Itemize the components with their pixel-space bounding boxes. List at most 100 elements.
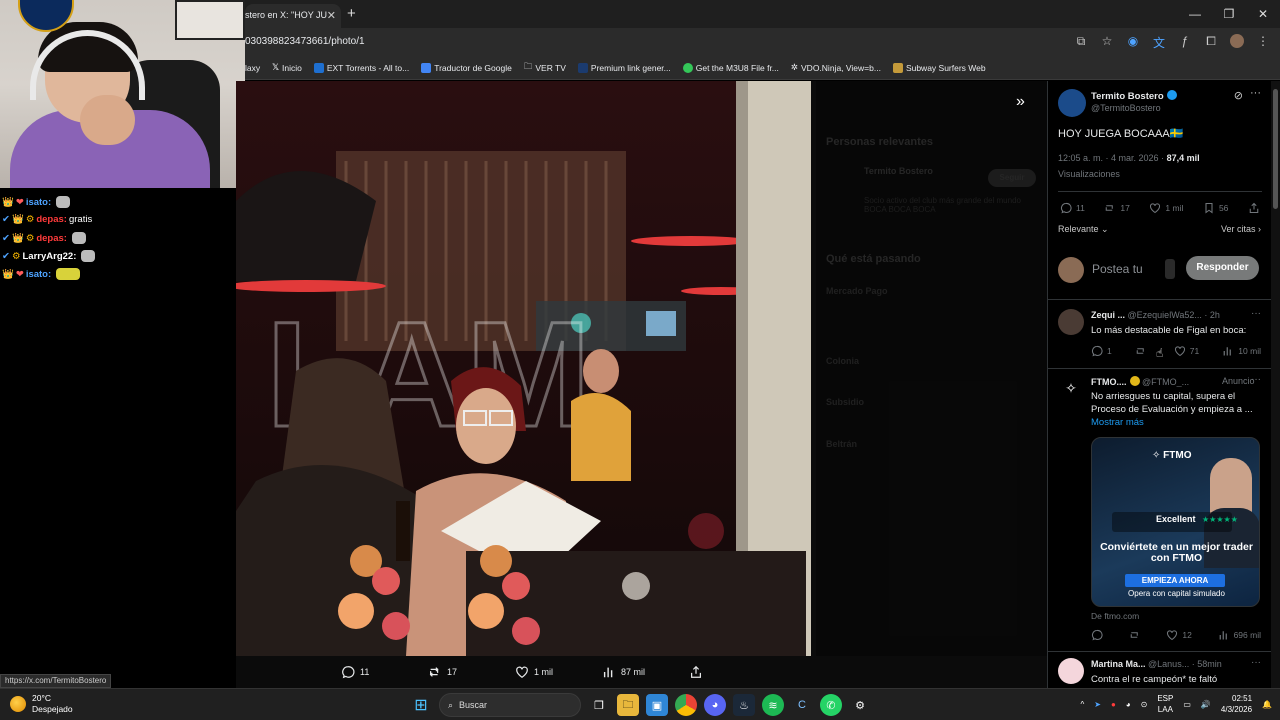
notifications-icon[interactable]: 🔔 — [1262, 700, 1272, 709]
chrome-icon[interactable] — [675, 694, 697, 716]
weather-widget[interactable]: 20°C Despejado — [10, 693, 73, 715]
views-stat[interactable]: 696 mil — [1218, 629, 1261, 641]
bookmark[interactable]: Traductor de Google — [421, 62, 512, 73]
clock[interactable]: 02:51 4/3/2026 — [1221, 693, 1252, 715]
file-explorer-icon[interactable]: 🗀 — [617, 694, 639, 716]
reply-handle[interactable]: @Lanus... — [1148, 659, 1189, 669]
sort-dropdown[interactable]: Relevante ⌄ — [1058, 224, 1109, 235]
more-icon[interactable]: ··· — [1251, 308, 1261, 319]
like-stat[interactable]: 12 — [1166, 629, 1192, 641]
discord-icon[interactable]: ◕ — [704, 694, 726, 716]
retweet-stat[interactable]: 17 — [1104, 202, 1130, 214]
share-stat[interactable] — [1248, 202, 1260, 214]
translate-icon[interactable]: 文 — [1152, 34, 1166, 51]
volume-icon[interactable]: 🔊 — [1201, 700, 1211, 709]
reply-action[interactable]: 11 — [341, 665, 428, 679]
views-action[interactable]: 87 mil — [602, 665, 689, 679]
ad-name[interactable]: FTMO.... — [1091, 377, 1127, 387]
like-stat[interactable]: 71 — [1174, 345, 1199, 357]
author-handle[interactable]: @TermitoBostero — [1091, 103, 1161, 113]
ad-handle[interactable]: @FTMO_... — [1142, 377, 1189, 387]
retweet-icon — [1136, 348, 1144, 354]
tray-app-icon[interactable]: ➤ — [1094, 700, 1101, 709]
minimize-icon[interactable]: — — [1178, 0, 1212, 28]
whatsapp-icon[interactable]: ✆ — [820, 694, 842, 716]
chevron-up-icon[interactable]: ^ — [1080, 700, 1084, 709]
more-icon[interactable]: ··· — [1251, 657, 1261, 668]
star-icon[interactable]: ☆ — [1100, 34, 1114, 51]
close-window-icon[interactable]: ✕ — [1246, 0, 1280, 28]
steam-icon[interactable]: ♨ — [733, 694, 755, 716]
view-quotes-link[interactable]: Ver citas › — [1221, 224, 1261, 234]
ad-card[interactable]: ✧ FTMO Excellent ★★★★★ Conviértete en un… — [1091, 437, 1260, 607]
reply-avatar[interactable] — [1058, 658, 1084, 684]
more-icon[interactable]: ··· — [1250, 87, 1261, 99]
tray-extra-icon[interactable]: ⊙ — [1141, 700, 1148, 709]
windows-start-icon[interactable]: ⊞ — [410, 694, 432, 716]
reply-name[interactable]: Zequi ... — [1091, 310, 1125, 320]
like-action[interactable]: 1 mil — [515, 665, 602, 679]
photos-icon[interactable]: ▣ — [646, 694, 668, 716]
bookmark[interactable]: 𝕏 Inicio — [272, 62, 302, 73]
menu-icon[interactable]: ⋮ — [1256, 34, 1270, 51]
settings-icon[interactable]: ⚙ — [849, 694, 871, 716]
ftmo-logo-icon[interactable]: ✧ — [1060, 377, 1082, 399]
scroll-handle[interactable] — [1165, 259, 1175, 279]
tab-active[interactable]: stero en X: "HOY JU ✕ — [245, 4, 341, 28]
restore-icon[interactable]: ❐ — [1212, 0, 1246, 28]
like-stat[interactable]: 1 mil — [1149, 202, 1183, 214]
language-indicator[interactable]: ESP LAA — [1157, 693, 1173, 715]
reply-input[interactable]: Postea tu — [1092, 262, 1143, 276]
retweet-action[interactable]: 17 — [428, 665, 515, 679]
views-stat[interactable]: 10 mil — [1222, 345, 1261, 357]
bookmark[interactable]: Subway Surfers Web — [892, 62, 986, 73]
bookmark-stat[interactable]: 56 — [1203, 202, 1228, 214]
reply-button[interactable]: Responder — [1186, 256, 1259, 280]
url-field[interactable]: 030398823473661/photo/1 — [245, 36, 365, 47]
author-avatar[interactable] — [1058, 89, 1086, 117]
reply-stat[interactable] — [1091, 629, 1103, 641]
bookmark[interactable]: Premium link gener... — [577, 62, 671, 73]
reply-handle[interactable]: @EzequielWa52... — [1128, 310, 1202, 320]
taskbar-apps: ⊞ ⌕ Buscar ❐ 🗀 ▣ ◕ ♨ ≋ C ✆ ⚙ — [410, 693, 871, 717]
scrollbar-thumb[interactable] — [1273, 89, 1278, 209]
reply-stat[interactable]: 1 — [1091, 345, 1112, 357]
show-more-link[interactable]: Mostrar más — [1091, 417, 1144, 428]
scrollbar[interactable] — [1271, 81, 1280, 688]
reply-avatar[interactable] — [1058, 309, 1084, 335]
script-icon[interactable]: ƒ — [1178, 34, 1192, 51]
author-name[interactable]: Termito Bostero — [1091, 90, 1177, 102]
bookmark[interactable]: 🗀 VER TV — [524, 61, 566, 75]
extensions-icon[interactable]: ⧠ — [1204, 34, 1218, 51]
more-icon[interactable]: ··· — [1251, 374, 1261, 385]
grok-icon[interactable]: ⊘ — [1234, 89, 1243, 102]
bookmark[interactable]: Get the M3U8 File fr... — [682, 62, 779, 73]
extension-blue-icon[interactable]: ◉ — [1126, 34, 1140, 51]
bookmark[interactable]: laxy — [245, 63, 260, 73]
taskbar-search[interactable]: ⌕ Buscar — [439, 693, 581, 717]
new-tab-button[interactable]: + — [347, 5, 356, 22]
record-icon[interactable]: ● — [1111, 700, 1116, 709]
card-cta-button[interactable]: EMPIEZA AHORA — [1125, 574, 1225, 587]
reply-header: Martina Ma... @Lanus... · 58min — [1091, 659, 1263, 669]
reply-stat[interactable]: 11 — [1060, 202, 1085, 214]
close-tab-icon[interactable]: ✕ — [327, 9, 336, 22]
vdo-ninja-icon: ✲ — [790, 62, 799, 72]
follow-button[interactable]: Seguir — [988, 169, 1036, 187]
share-action[interactable] — [689, 665, 776, 679]
spotify-icon[interactable]: ≋ — [762, 694, 784, 716]
task-view-icon[interactable]: ❐ — [588, 694, 610, 716]
reply-name[interactable]: Martina Ma... — [1091, 659, 1146, 669]
install-icon[interactable]: ⧉ — [1074, 34, 1088, 51]
expand-sidebar-icon[interactable]: » — [1016, 93, 1025, 111]
ad-domain[interactable]: De ftmo.com — [1091, 611, 1139, 621]
ccleaner-icon[interactable]: C — [791, 694, 813, 716]
bookmark[interactable]: EXT Torrents - All to... — [313, 62, 409, 73]
bookmark[interactable]: ✲ VDO.Ninja, View=b... — [791, 62, 881, 73]
discord-tray-icon[interactable]: ◕ — [1126, 700, 1131, 709]
tweet-photo[interactable]: LAM — [236, 81, 811, 656]
retweet-stat[interactable] — [1135, 345, 1151, 357]
profile-avatar[interactable] — [1230, 34, 1244, 51]
retweet-stat[interactable] — [1129, 629, 1141, 641]
network-icon[interactable]: ▭ — [1183, 700, 1191, 709]
